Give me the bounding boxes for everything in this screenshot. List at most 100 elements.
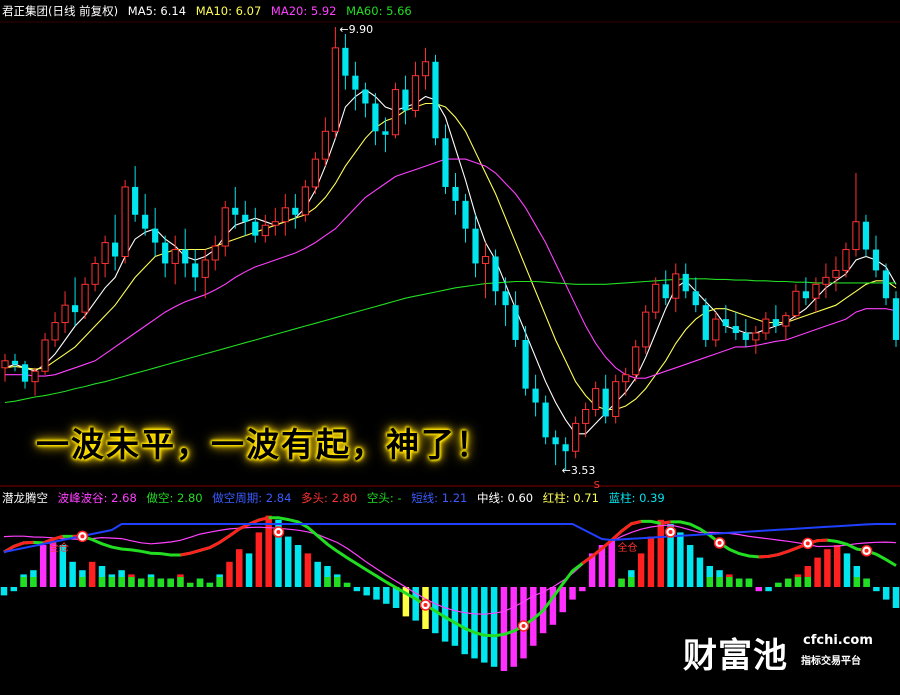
indicator-bar [226, 561, 233, 587]
candle-body-down [192, 263, 199, 278]
indicator-bar-base [187, 582, 194, 587]
candle-body-up [632, 346, 640, 376]
candle-body-up [301, 186, 309, 216]
candle-body-down [152, 228, 159, 243]
indicator-bar [363, 587, 370, 596]
indicator-bar-base [853, 577, 861, 587]
candle-body-up [762, 318, 770, 334]
ma20-label: MA20: 5.92 [270, 4, 337, 18]
indicator-bar [294, 545, 302, 587]
candle-body-up [391, 89, 400, 136]
indicator-bar [304, 553, 312, 587]
candle-body-down [432, 61, 439, 139]
candle-body-up [652, 283, 660, 313]
candle-body-up [642, 311, 650, 348]
candle-body-up [31, 370, 39, 383]
candle-body-up [592, 388, 600, 410]
zuokong-zhouqi-label: 做空周期: 2.84 [212, 491, 292, 505]
candle-body-up [572, 422, 580, 452]
indicator-bar-base [137, 578, 145, 587]
indicator-bar [873, 587, 880, 592]
ma-line-ma20 [5, 158, 897, 379]
indicator-line-red-segment [630, 519, 642, 526]
indicator-bar [882, 587, 890, 600]
candle-body-up [582, 408, 590, 424]
indicator-bar [696, 557, 704, 587]
candle-body-up [842, 249, 850, 271]
candle-body-up [752, 332, 760, 341]
candle-body-up [201, 259, 209, 278]
indicator-bar [755, 587, 763, 592]
zhongxian-label: 中线: 0.60 [476, 491, 534, 505]
indicator-bar-base [98, 577, 106, 587]
indicator-bar-base [716, 577, 723, 587]
candle-body-down [722, 319, 729, 327]
candle-body-down [11, 360, 19, 365]
indicator-line-red-segment [228, 527, 241, 538]
buy-signal-dot [423, 602, 428, 607]
indicator-bar-base [20, 577, 27, 587]
indicator-bar [39, 545, 47, 587]
candle-body-down [512, 305, 519, 340]
candle-body-down [682, 273, 689, 292]
indicator-bar-base [804, 577, 812, 587]
candle-body-down [532, 388, 539, 403]
indicator-bar-base [157, 578, 165, 587]
candle-body-down [142, 214, 149, 229]
indicator-bar-base [177, 577, 184, 587]
candle-body-down [702, 305, 709, 340]
candle-body-down [502, 291, 509, 306]
low-annotation: ←3.53 [562, 464, 596, 477]
candle-body-up [91, 262, 99, 285]
indicator-bar-base [167, 578, 174, 587]
candle-body-up [81, 283, 89, 313]
candle-body-down [352, 75, 359, 90]
candle-body-up [321, 130, 329, 160]
candle-body-down [112, 242, 119, 257]
candle-body-down [732, 326, 739, 333]
indicator-bar [471, 587, 478, 659]
candle-body-down [442, 138, 449, 187]
indicator-line-green [3, 516, 897, 638]
candle-body-down [492, 256, 499, 292]
indicator-bar-base [334, 577, 341, 587]
candle-body-down [182, 249, 189, 264]
duanxian-label: 短线: 1.21 [411, 491, 468, 505]
buy-signal-dot [276, 530, 281, 534]
indicator-bar-base [206, 582, 214, 587]
buy-signal-dot [805, 541, 810, 546]
indicator-bar [265, 515, 272, 587]
indicator-bar-base [735, 578, 743, 587]
full-position-label: 全仓 [49, 541, 69, 554]
candle-body-up [792, 290, 800, 317]
indicator-line-red-segment [660, 520, 671, 525]
indicator-bar-base [118, 577, 125, 587]
candle-body-up [411, 75, 420, 111]
candle-body-down [662, 284, 669, 299]
indicator-bar [569, 587, 576, 600]
high-annotation: ←9.90 [339, 23, 373, 36]
candle-body-up [51, 322, 59, 341]
indicator-bar-base [784, 578, 792, 587]
indicator-line-red-segment [180, 551, 191, 557]
indicator-bar-base [618, 578, 625, 587]
indicator-bar [686, 545, 694, 587]
candle-body-down [71, 305, 79, 313]
indicator-line-red-segment [777, 549, 789, 556]
indicator-bar [579, 587, 586, 592]
zuokong-label: 做空: 2.80 [146, 491, 203, 505]
indicator-line-red-segment [189, 548, 201, 555]
candle-body-up [812, 283, 820, 299]
candle-body-down [382, 131, 389, 135]
indicator-bar-base [745, 578, 753, 587]
ma-line-ma10 [4, 102, 897, 411]
candle-body-down [462, 200, 469, 229]
indicator-bar-base [79, 577, 86, 587]
indicator-bar [490, 587, 498, 667]
candle-body-up [261, 224, 269, 237]
hongzhu-label: 红柱: 0.71 [542, 491, 599, 505]
candle-body-down [132, 186, 139, 215]
indicator-line-red-segment [209, 541, 221, 549]
candle-body-down [602, 388, 609, 417]
full-position-label: 全仓 [618, 541, 638, 554]
